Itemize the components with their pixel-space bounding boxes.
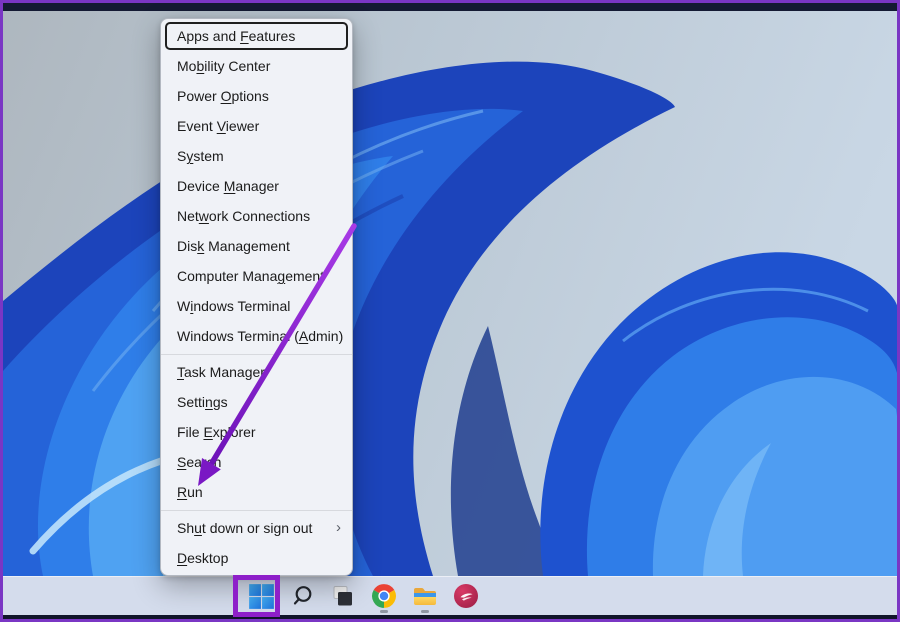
menu-item-apps-and-features[interactable]: Apps and Features bbox=[161, 21, 352, 51]
running-indicator bbox=[421, 610, 429, 613]
menu-item-task-manager[interactable]: Task Manager bbox=[161, 357, 352, 387]
menu-item-windows-terminal-admin[interactable]: Windows Terminal (Admin) bbox=[161, 321, 352, 351]
task-view-icon bbox=[331, 584, 355, 608]
menu-item-search[interactable]: Search bbox=[161, 447, 352, 477]
menu-item-computer-management[interactable]: Computer Management bbox=[161, 261, 352, 291]
menu-item-mobility-center[interactable]: Mobility Center bbox=[161, 51, 352, 81]
start-button[interactable] bbox=[241, 578, 281, 614]
taskbar-icon-row bbox=[241, 577, 486, 615]
menu-item-event-viewer[interactable]: Event Viewer bbox=[161, 111, 352, 141]
menu-item-desktop[interactable]: Desktop bbox=[161, 543, 352, 573]
running-indicator bbox=[380, 610, 388, 613]
folder-icon bbox=[412, 584, 438, 608]
desktop-wallpaper bbox=[3, 11, 897, 576]
file-explorer-button[interactable] bbox=[405, 578, 445, 614]
menu-item-file-explorer[interactable]: File Explorer bbox=[161, 417, 352, 447]
menu-item-power-options[interactable]: Power Options bbox=[161, 81, 352, 111]
chrome-button[interactable] bbox=[364, 578, 404, 614]
task-view-button[interactable] bbox=[323, 578, 363, 614]
menu-item-settings[interactable]: Settings bbox=[161, 387, 352, 417]
chevron-right-icon: › bbox=[336, 513, 341, 543]
bottom-dark-strip bbox=[3, 615, 897, 619]
red-app-button[interactable] bbox=[446, 578, 486, 614]
menu-item-network-connections[interactable]: Network Connections bbox=[161, 201, 352, 231]
search-button[interactable] bbox=[282, 578, 322, 614]
menu-item-disk-management[interactable]: Disk Management bbox=[161, 231, 352, 261]
top-dark-strip bbox=[3, 3, 897, 11]
menu-item-shut-down-or-sign-out[interactable]: Shut down or sign out› bbox=[161, 513, 352, 543]
menu-item-run[interactable]: Run bbox=[161, 477, 352, 507]
chrome-icon bbox=[371, 583, 397, 609]
taskbar bbox=[3, 576, 897, 615]
windows-bloom-art bbox=[3, 11, 897, 576]
menu-item-windows-terminal[interactable]: Windows Terminal bbox=[161, 291, 352, 321]
winx-context-menu: Apps and Features Mobility Center Power … bbox=[160, 18, 353, 576]
menu-item-device-manager[interactable]: Device Manager bbox=[161, 171, 352, 201]
red-app-icon bbox=[453, 583, 479, 609]
screenshot-frame bbox=[3, 3, 897, 619]
search-icon bbox=[290, 584, 314, 608]
windows-logo-icon bbox=[248, 583, 275, 610]
menu-item-system[interactable]: System bbox=[161, 141, 352, 171]
